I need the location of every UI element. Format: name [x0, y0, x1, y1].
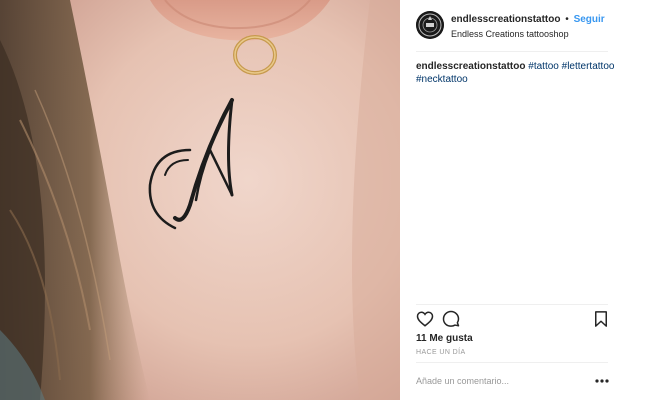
- post-timestamp: HACE UN DÍA: [416, 349, 466, 356]
- actions-divider: [416, 304, 608, 305]
- likes-count[interactable]: 11 Me gusta: [416, 333, 473, 344]
- more-options-icon: [595, 379, 609, 383]
- header-divider: [416, 51, 608, 52]
- heart-icon: [416, 311, 434, 327]
- header-first-line: endlesscreationstattoo • Seguir: [451, 13, 651, 26]
- hashtag-link[interactable]: #lettertattoo: [562, 61, 615, 72]
- hashtag-link[interactable]: #tattoo: [528, 61, 559, 72]
- comment-button[interactable]: [442, 310, 460, 328]
- follow-button[interactable]: Seguir: [574, 14, 605, 25]
- post-caption: endlesscreationstattoo #tattoo #letterta…: [416, 60, 616, 86]
- avatar[interactable]: [416, 11, 444, 39]
- comment-input[interactable]: [416, 373, 586, 389]
- post-actions: [416, 310, 610, 330]
- hashtag-link[interactable]: #necktattoo: [416, 74, 468, 85]
- like-button[interactable]: [416, 310, 434, 328]
- header-text: endlesscreationstattoo • Seguir Endless …: [451, 13, 651, 40]
- post-details-panel: endlesscreationstattoo • Seguir Endless …: [400, 0, 660, 400]
- location-link[interactable]: Endless Creations tattooshop: [451, 28, 651, 40]
- post-photo[interactable]: [0, 0, 400, 400]
- tattoo-photo: [0, 0, 400, 400]
- more-options-button[interactable]: [594, 375, 610, 387]
- comment-icon: [442, 310, 460, 327]
- username-link[interactable]: endlesscreationstattoo: [451, 14, 560, 25]
- caption-username[interactable]: endlesscreationstattoo: [416, 61, 525, 72]
- save-button[interactable]: [592, 310, 610, 328]
- separator-dot: •: [565, 14, 569, 25]
- comment-divider: [416, 362, 608, 363]
- bookmark-icon: [595, 311, 607, 327]
- shop-logo-icon: [416, 11, 444, 39]
- post-header: endlesscreationstattoo • Seguir Endless …: [416, 10, 644, 42]
- comment-form: [416, 371, 610, 393]
